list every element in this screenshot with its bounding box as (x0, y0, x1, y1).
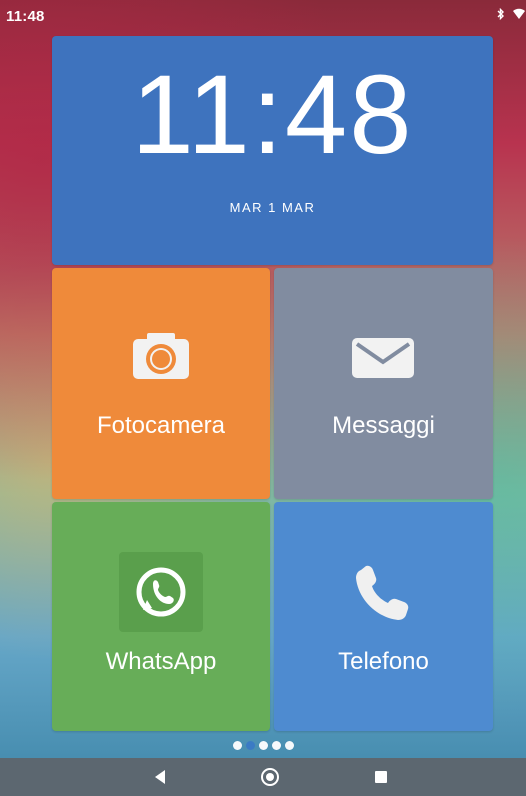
page-dot[interactable] (258, 741, 268, 750)
phone-tile[interactable]: Telefono (274, 502, 493, 731)
clock-time: 11:48 (131, 52, 414, 177)
status-bar: 11:48 (0, 0, 526, 28)
messages-tile[interactable]: Messaggi (274, 268, 493, 499)
home-icon (261, 768, 279, 786)
clock-date: MAR 1 MAR (229, 200, 316, 215)
page-dot[interactable] (284, 741, 294, 750)
recents-button[interactable] (370, 766, 392, 788)
page-dot-active[interactable] (245, 741, 255, 750)
phone-label: Telefono (338, 648, 429, 675)
back-icon (155, 770, 165, 784)
camera-tile[interactable]: Fotocamera (52, 268, 270, 499)
wifi-icon (512, 8, 525, 19)
mail-icon (349, 334, 417, 382)
page-indicator (0, 741, 526, 753)
status-time: 11:48 (6, 8, 45, 25)
camera-label: Fotocamera (96, 412, 226, 439)
page-dot[interactable] (232, 741, 242, 750)
whatsapp-icon (119, 552, 203, 632)
home-button[interactable] (259, 766, 281, 788)
recents-icon (375, 771, 387, 783)
phone-icon (350, 560, 416, 626)
whatsapp-label: WhatsApp (105, 648, 217, 675)
navigation-bar (0, 758, 526, 796)
camera-icon (128, 329, 194, 383)
bluetooth-icon (496, 8, 506, 20)
whatsapp-tile[interactable]: WhatsApp (52, 502, 270, 731)
messages-label: Messaggi (332, 412, 435, 439)
clock-widget[interactable]: 11:48 MAR 1 MAR (52, 36, 493, 265)
back-button[interactable] (149, 766, 171, 788)
status-icons (496, 8, 525, 20)
page-dot[interactable] (271, 741, 281, 750)
